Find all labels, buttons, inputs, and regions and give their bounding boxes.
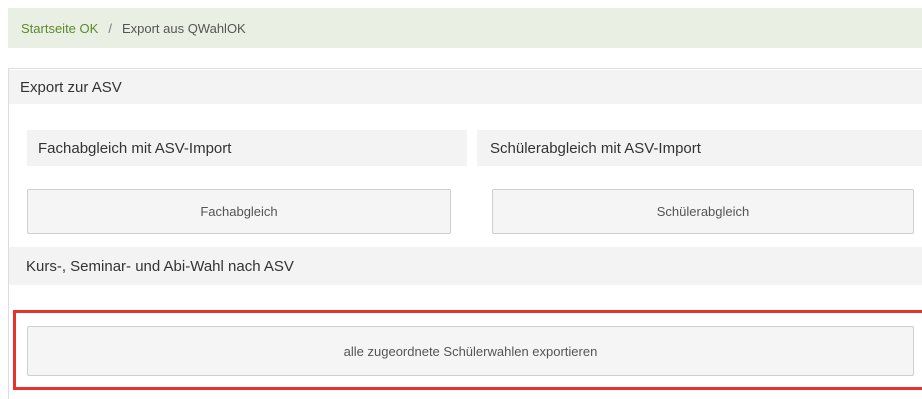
schuelerabgleich-button[interactable]: Schülerabgleich (492, 189, 914, 234)
breadcrumb: Startseite OK / Export aus QWahlOK (8, 8, 922, 48)
kurs-seminar-abi-header: Kurs-, Seminar- und Abi-Wahl nach ASV (9, 247, 922, 285)
export-schuelerwahlen-button[interactable]: alle zugeordnete Schülerwahlen exportier… (27, 326, 914, 376)
breadcrumb-separator: / (108, 20, 112, 36)
breadcrumb-current: Export aus QWahlOK (121, 20, 246, 36)
fachabgleich-button[interactable]: Fachabgleich (27, 189, 451, 234)
export-asv-title: Export zur ASV (9, 70, 922, 104)
schuelerabgleich-header: Schülerabgleich mit ASV-Import (477, 130, 922, 166)
breadcrumb-home-link[interactable]: Startseite OK (21, 21, 98, 36)
fachabgleich-header: Fachabgleich mit ASV-Import (27, 130, 467, 166)
